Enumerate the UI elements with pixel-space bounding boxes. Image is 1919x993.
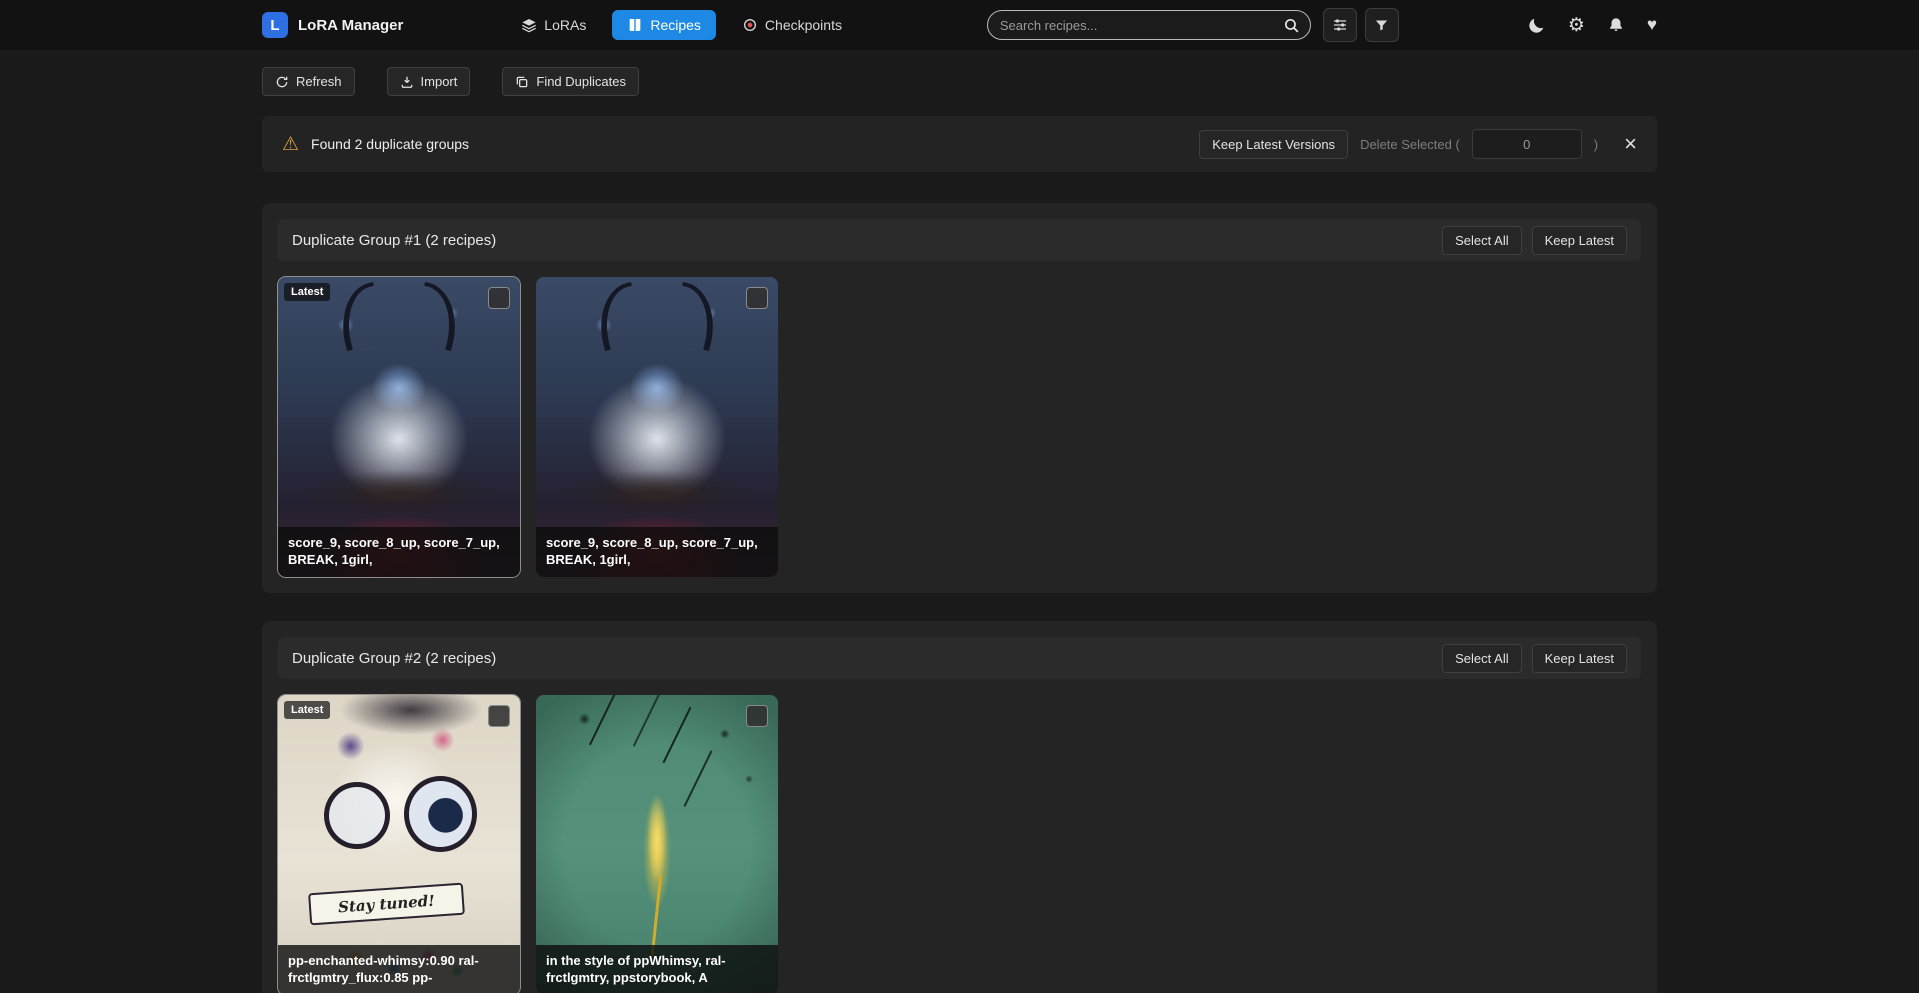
funnel-button[interactable] xyxy=(1365,8,1399,42)
group-header: Duplicate Group #1 (2 recipes) Select Al… xyxy=(278,219,1641,261)
logo-icon: L xyxy=(262,12,288,38)
refresh-label: Refresh xyxy=(296,74,342,89)
latest-badge: Latest xyxy=(284,283,330,301)
card-checkbox[interactable] xyxy=(488,287,510,309)
import-button[interactable]: Import xyxy=(387,67,471,96)
main-content: Refresh Import Find Duplicates ⚠ Found 2… xyxy=(262,67,1657,993)
find-duplicates-button[interactable]: Find Duplicates xyxy=(502,67,639,96)
nav-label: LoRAs xyxy=(544,17,586,33)
recipe-card[interactable]: in the style of ppWhimsy, ral-frctlgmtry… xyxy=(536,695,778,993)
checkpoint-icon xyxy=(742,17,758,33)
nav-tab-recipes[interactable]: Recipes xyxy=(612,10,716,40)
heart-icon: ♥ xyxy=(1647,15,1657,35)
nav-tab-loras[interactable]: LoRAs xyxy=(521,17,586,33)
sliders-button[interactable] xyxy=(1323,8,1357,42)
latest-badge: Latest xyxy=(284,701,330,719)
nav-label: Checkpoints xyxy=(765,17,842,33)
bell-icon xyxy=(1607,16,1625,34)
recipe-caption: score_9, score_8_up, score_7_up, BREAK, … xyxy=(536,527,778,577)
select-all-label: Select All xyxy=(1455,651,1508,666)
search-button[interactable] xyxy=(1283,17,1300,34)
alert-message: Found 2 duplicate groups xyxy=(311,136,469,152)
recipe-caption: score_9, score_8_up, score_7_up, BREAK, … xyxy=(278,527,520,577)
group-actions: Select All Keep Latest xyxy=(1442,644,1627,673)
notifications-button[interactable] xyxy=(1607,16,1625,34)
card-checkbox[interactable] xyxy=(746,287,768,309)
select-all-button[interactable]: Select All xyxy=(1442,226,1521,255)
app-title: LoRA Manager xyxy=(298,17,403,34)
moon-icon xyxy=(1527,16,1546,35)
group-header: Duplicate Group #2 (2 recipes) Select Al… xyxy=(278,637,1641,679)
delete-selected-suffix: ) xyxy=(1594,137,1598,152)
card-checkbox[interactable] xyxy=(746,705,768,727)
duplicate-group-1: Duplicate Group #1 (2 recipes) Select Al… xyxy=(262,203,1657,593)
theme-toggle-button[interactable] xyxy=(1527,16,1546,35)
import-label: Import xyxy=(421,74,458,89)
keep-latest-label: Keep Latest xyxy=(1545,233,1614,248)
search-icon xyxy=(1283,17,1300,34)
recipe-card[interactable]: Stay tuned! Latest pp-enchanted-whimsy:0… xyxy=(278,695,520,993)
top-bar: L LoRA Manager LoRAs Recipes Checkpoints xyxy=(0,0,1919,50)
refresh-button[interactable]: Refresh xyxy=(262,67,355,96)
duplicate-alert: ⚠ Found 2 duplicate groups Keep Latest V… xyxy=(262,116,1657,172)
main-nav: LoRAs Recipes Checkpoints xyxy=(521,10,842,40)
cards-row: Stay tuned! Latest pp-enchanted-whimsy:0… xyxy=(278,695,1641,993)
close-icon: × xyxy=(1624,131,1637,156)
delete-selected-label: Delete Selected ( xyxy=(1360,137,1460,152)
keep-latest-label: Keep Latest xyxy=(1545,651,1614,666)
select-all-label: Select All xyxy=(1455,233,1508,248)
refresh-icon xyxy=(275,75,289,89)
filter-buttons xyxy=(1323,8,1399,42)
copy-icon xyxy=(515,75,529,89)
search-bar xyxy=(987,10,1311,40)
book-icon xyxy=(627,17,643,33)
recipe-caption: pp-enchanted-whimsy:0.90 ral-frctlgmtry_… xyxy=(278,945,520,993)
topbar-actions: ⚙ ♥ xyxy=(1527,14,1657,37)
recipe-card[interactable]: Latest score_9, score_8_up, score_7_up, … xyxy=(278,277,520,577)
favorites-button[interactable]: ♥ xyxy=(1647,15,1657,35)
group-title: Duplicate Group #2 (2 recipes) xyxy=(292,650,496,667)
group-title: Duplicate Group #1 (2 recipes) xyxy=(292,232,496,249)
select-all-button[interactable]: Select All xyxy=(1442,644,1521,673)
search-input[interactable] xyxy=(1000,18,1283,33)
cards-row: Latest score_9, score_8_up, score_7_up, … xyxy=(278,277,1641,577)
sliders-icon xyxy=(1332,17,1348,33)
nav-tab-checkpoints[interactable]: Checkpoints xyxy=(742,17,842,33)
app-logo[interactable]: L LoRA Manager xyxy=(262,12,403,38)
toolbar: Refresh Import Find Duplicates xyxy=(262,67,1657,96)
recipe-card[interactable]: score_9, score_8_up, score_7_up, BREAK, … xyxy=(536,277,778,577)
warning-icon: ⚠ xyxy=(282,133,299,156)
import-icon xyxy=(400,75,414,89)
keep-latest-versions-button[interactable]: Keep Latest Versions xyxy=(1199,130,1348,159)
nav-label: Recipes xyxy=(650,17,701,33)
alert-close-button[interactable]: × xyxy=(1624,133,1637,155)
alert-actions: Keep Latest Versions Delete Selected ( )… xyxy=(1199,129,1637,159)
recipe-caption: in the style of ppWhimsy, ral-frctlgmtry… xyxy=(536,945,778,993)
delete-count-input[interactable] xyxy=(1472,129,1582,159)
gear-icon: ⚙ xyxy=(1568,14,1585,37)
card-checkbox[interactable] xyxy=(488,705,510,727)
duplicate-group-2: Duplicate Group #2 (2 recipes) Select Al… xyxy=(262,621,1657,993)
funnel-icon xyxy=(1374,18,1389,33)
keep-latest-button[interactable]: Keep Latest xyxy=(1532,644,1627,673)
settings-button[interactable]: ⚙ xyxy=(1568,14,1585,37)
keep-latest-button[interactable]: Keep Latest xyxy=(1532,226,1627,255)
keep-latest-versions-label: Keep Latest Versions xyxy=(1212,137,1335,152)
layers-icon xyxy=(521,17,537,33)
find-duplicates-label: Find Duplicates xyxy=(536,74,626,89)
group-actions: Select All Keep Latest xyxy=(1442,226,1627,255)
